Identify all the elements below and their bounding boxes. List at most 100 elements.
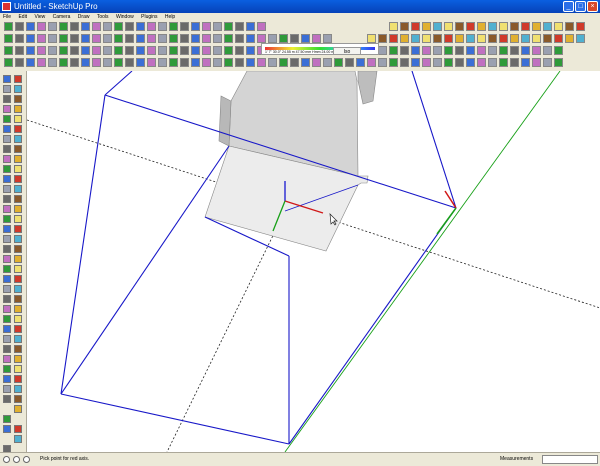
views-tool-icon[interactable] <box>378 34 387 43</box>
draw-tool-icon[interactable] <box>488 46 497 55</box>
edit-tool-icon[interactable] <box>356 58 365 67</box>
draw-tool-icon[interactable] <box>103 46 112 55</box>
draw-tool-icon[interactable] <box>81 46 90 55</box>
draw-tool-icon[interactable] <box>422 46 431 55</box>
standard-tool-icon[interactable] <box>224 22 233 31</box>
views-tool-icon[interactable] <box>92 34 101 43</box>
left-tool-icon[interactable] <box>3 395 11 403</box>
left-tool-icon[interactable] <box>14 95 22 103</box>
edit-tool-icon[interactable] <box>378 58 387 67</box>
standard-tool-icon[interactable] <box>92 22 101 31</box>
edit-tool-icon[interactable] <box>158 58 167 67</box>
draw-tool-icon[interactable] <box>125 46 134 55</box>
standard-tool-icon[interactable] <box>389 22 398 31</box>
draw-tool-icon[interactable] <box>114 46 123 55</box>
views-tool-icon[interactable] <box>411 34 420 43</box>
views-tool-icon[interactable] <box>565 34 574 43</box>
left-tool-icon[interactable] <box>14 435 22 443</box>
left-tool-icon[interactable] <box>14 275 22 283</box>
left-tool-icon[interactable] <box>14 315 22 323</box>
standard-tool-icon[interactable] <box>400 22 409 31</box>
standard-tool-icon[interactable] <box>411 22 420 31</box>
left-tool-icon[interactable] <box>3 225 11 233</box>
draw-tool-icon[interactable] <box>510 46 519 55</box>
views-tool-icon[interactable] <box>477 34 486 43</box>
menu-camera[interactable]: Camera <box>53 14 71 20</box>
left-tool-icon[interactable] <box>3 345 11 353</box>
views-tool-icon[interactable] <box>202 34 211 43</box>
views-tool-icon[interactable] <box>576 34 585 43</box>
draw-tool-icon[interactable] <box>48 46 57 55</box>
left-tool-icon[interactable] <box>3 95 11 103</box>
edit-tool-icon[interactable] <box>433 58 442 67</box>
left-tool-icon[interactable] <box>3 75 11 83</box>
edit-tool-icon[interactable] <box>125 58 134 67</box>
left-tool-icon[interactable] <box>14 395 22 403</box>
draw-tool-icon[interactable] <box>4 46 13 55</box>
draw-tool-icon[interactable] <box>147 46 156 55</box>
left-tool-icon[interactable] <box>14 305 22 313</box>
standard-tool-icon[interactable] <box>235 22 244 31</box>
left-tool-icon[interactable] <box>3 285 11 293</box>
views-tool-icon[interactable] <box>543 34 552 43</box>
views-tool-icon[interactable] <box>389 34 398 43</box>
edit-tool-icon[interactable] <box>455 58 464 67</box>
left-tool-icon[interactable] <box>14 185 22 193</box>
left-tool-icon[interactable] <box>3 305 11 313</box>
draw-tool-icon[interactable] <box>543 46 552 55</box>
edit-tool-icon[interactable] <box>136 58 145 67</box>
left-tool-icon[interactable] <box>3 245 11 253</box>
standard-tool-icon[interactable] <box>169 22 178 31</box>
menu-draw[interactable]: Draw <box>78 14 90 20</box>
standard-tool-icon[interactable] <box>422 22 431 31</box>
menu-help[interactable]: Help <box>165 14 175 20</box>
edit-tool-icon[interactable] <box>246 58 255 67</box>
draw-tool-icon[interactable] <box>389 46 398 55</box>
maximize-button[interactable]: □ <box>575 1 586 12</box>
edit-tool-icon[interactable] <box>235 58 244 67</box>
draw-tool-icon[interactable] <box>466 46 475 55</box>
views-tool-icon[interactable] <box>301 34 310 43</box>
views-tool-icon[interactable] <box>26 34 35 43</box>
edit-tool-icon[interactable] <box>301 58 310 67</box>
draw-tool-icon[interactable] <box>521 46 530 55</box>
views-tool-icon[interactable] <box>4 34 13 43</box>
close-button[interactable]: × <box>587 1 598 12</box>
views-tool-icon[interactable] <box>114 34 123 43</box>
edit-tool-icon[interactable] <box>488 58 497 67</box>
edit-tool-icon[interactable] <box>279 58 288 67</box>
left-tool-icon[interactable] <box>3 145 11 153</box>
left-tool-icon[interactable] <box>3 325 11 333</box>
app-icon[interactable] <box>2 2 11 11</box>
edit-tool-icon[interactable] <box>345 58 354 67</box>
left-tool-icon[interactable] <box>14 295 22 303</box>
scene-svg[interactable] <box>27 71 600 452</box>
standard-tool-icon[interactable] <box>433 22 442 31</box>
standard-tool-icon[interactable] <box>257 22 266 31</box>
left-tool-icon[interactable] <box>14 75 22 83</box>
views-tool-icon[interactable] <box>180 34 189 43</box>
draw-tool-icon[interactable] <box>158 46 167 55</box>
edit-tool-icon[interactable] <box>180 58 189 67</box>
draw-tool-icon[interactable] <box>499 46 508 55</box>
views-tool-icon[interactable] <box>268 34 277 43</box>
edit-tool-icon[interactable] <box>70 58 79 67</box>
left-tool-icon[interactable] <box>3 85 11 93</box>
left-tool-icon[interactable] <box>14 385 22 393</box>
views-tool-icon[interactable] <box>532 34 541 43</box>
standard-tool-icon[interactable] <box>70 22 79 31</box>
views-tool-icon[interactable] <box>554 34 563 43</box>
edit-tool-icon[interactable] <box>477 58 486 67</box>
standard-tool-icon[interactable] <box>4 22 13 31</box>
draw-tool-icon[interactable] <box>400 46 409 55</box>
views-tool-icon[interactable] <box>169 34 178 43</box>
views-tool-icon[interactable] <box>312 34 321 43</box>
standard-tool-icon[interactable] <box>521 22 530 31</box>
left-tool-icon[interactable] <box>3 295 11 303</box>
standard-tool-icon[interactable] <box>136 22 145 31</box>
menu-tools[interactable]: Tools <box>97 14 109 20</box>
views-tool-icon[interactable] <box>191 34 200 43</box>
edit-tool-icon[interactable] <box>400 58 409 67</box>
standard-tool-icon[interactable] <box>466 22 475 31</box>
views-tool-icon[interactable] <box>235 34 244 43</box>
